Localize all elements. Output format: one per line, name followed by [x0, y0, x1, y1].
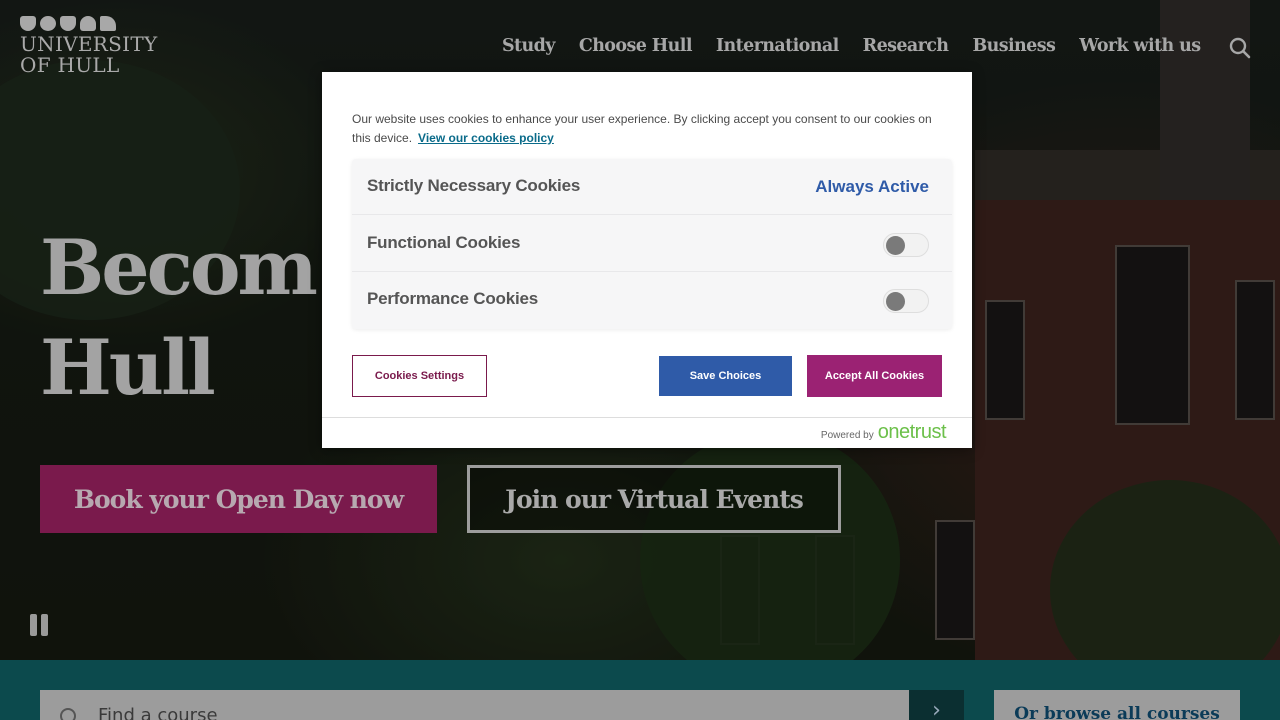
- crest-icon: [80, 16, 96, 31]
- search-icon[interactable]: [1229, 37, 1251, 59]
- pause-icon[interactable]: [30, 614, 50, 636]
- virtual-events-button[interactable]: Join our Virtual Events: [467, 465, 841, 533]
- cookie-policy-link[interactable]: View our cookies policy: [418, 131, 554, 145]
- nav-study[interactable]: Study: [502, 36, 555, 56]
- powered-by-text: Powered by: [820, 430, 874, 441]
- save-choices-button[interactable]: Save Choices: [659, 356, 792, 396]
- category-row-strictly-necessary: Strictly Necessary Cookies Always Active: [352, 159, 952, 215]
- toggle-knob: [886, 292, 905, 311]
- main-nav: Study Choose Hull International Research…: [502, 36, 1225, 56]
- cookie-dialog-footer: Powered by onetrust: [322, 417, 972, 448]
- pause-bar: [41, 614, 48, 636]
- course-search-placeholder: Find a course: [98, 705, 218, 720]
- category-row-functional: Functional Cookies: [352, 216, 952, 272]
- powered-by-onetrust[interactable]: Powered by onetrust: [820, 421, 947, 444]
- category-label: Strictly Necessary Cookies: [367, 176, 581, 195]
- functional-cookies-toggle[interactable]: [883, 233, 929, 257]
- performance-cookies-toggle[interactable]: [883, 289, 929, 313]
- category-row-performance: Performance Cookies: [352, 272, 952, 328]
- course-search-submit[interactable]: ›: [909, 690, 964, 720]
- search-icon: [60, 708, 76, 720]
- pause-bar: [30, 614, 37, 636]
- logo-line-2: OF HULL: [20, 53, 120, 77]
- nav-work-with-us[interactable]: Work with us: [1079, 36, 1201, 56]
- logo-line-1: UNIVERSITY: [20, 32, 158, 56]
- crest-icon: [20, 16, 36, 31]
- always-active-status: Always Active: [815, 177, 929, 196]
- university-logo[interactable]: UNIVERSITY OF HULL: [20, 16, 160, 76]
- onetrust-logo: onetrust: [877, 421, 947, 443]
- browse-courses-button[interactable]: Or browse all courses: [994, 690, 1240, 720]
- category-label: Performance Cookies: [367, 289, 538, 308]
- crest-icons: [20, 16, 160, 32]
- nav-research[interactable]: Research: [863, 36, 949, 56]
- cookies-settings-button[interactable]: Cookies Settings: [352, 355, 487, 397]
- hero-title-line-1: Becom: [40, 223, 318, 312]
- chevron-right-icon: ›: [932, 697, 941, 720]
- crest-icon: [100, 16, 116, 31]
- toggle-knob: [886, 236, 905, 255]
- crest-icon: [60, 16, 76, 31]
- category-label: Functional Cookies: [367, 233, 521, 252]
- cookie-message: Our website uses cookies to enhance your…: [352, 110, 942, 148]
- crest-icon: [40, 16, 56, 31]
- book-open-day-button[interactable]: Book your Open Day now: [40, 465, 437, 533]
- cookie-categories: Strictly Necessary Cookies Always Active…: [352, 159, 952, 329]
- hero-title: Becom Hull: [40, 218, 318, 418]
- cookie-consent-dialog: Our website uses cookies to enhance your…: [322, 72, 972, 448]
- nav-international[interactable]: International: [716, 36, 839, 56]
- accept-all-cookies-button[interactable]: Accept All Cookies: [807, 355, 942, 397]
- hero-title-line-2: Hull: [40, 323, 216, 412]
- nav-choose-hull[interactable]: Choose Hull: [579, 36, 693, 56]
- nav-business[interactable]: Business: [972, 36, 1055, 56]
